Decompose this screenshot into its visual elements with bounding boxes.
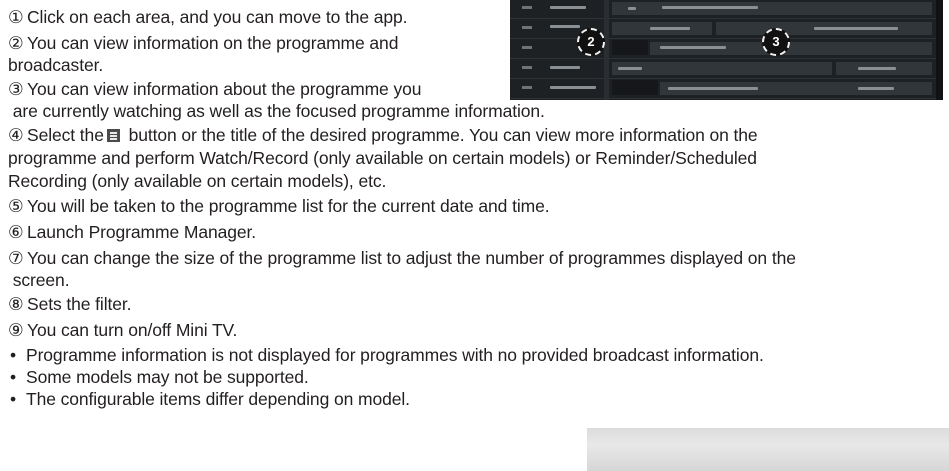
item-6: ⑥ Launch Programme Manager. — [8, 222, 256, 243]
item-text: Launch Programme Manager. — [27, 222, 257, 242]
bullet: • — [10, 345, 17, 365]
item-2: ② You can view information on the program… — [8, 33, 398, 54]
note-3: • The configurable items differ depending… — [8, 389, 410, 410]
note-1: • Programme information is not displayed … — [8, 345, 764, 366]
item-7-cont: screen. — [8, 270, 70, 290]
note-2: • Some models may not be supported. — [8, 367, 309, 388]
note-text: Programme information is not displayed f… — [26, 345, 764, 365]
callout-3: 3 — [762, 28, 790, 56]
bullet: • — [10, 367, 17, 387]
callout-2: 2 — [577, 28, 605, 56]
item-text: You can view information about the progr… — [27, 79, 422, 99]
tv-guide-screenshot: 2 3 — [510, 0, 943, 100]
item-text: You will be taken to the programme list … — [27, 196, 550, 216]
item-number: ⑨ — [8, 320, 24, 340]
item-text: You can view information on the programm… — [27, 33, 399, 53]
item-8: ⑧ Sets the filter. — [8, 294, 132, 315]
item-4-cont-2: Recording (only available on certain mod… — [8, 171, 387, 191]
item-3: ③ You can view information about the prog… — [8, 79, 421, 100]
item-4-cont-1: programme and perform Watch/Record (only… — [8, 148, 757, 168]
item-text-cont: button or the title of the desired progr… — [123, 125, 758, 145]
tv-photo — [587, 428, 949, 471]
item-number: ⑤ — [8, 196, 24, 216]
note-text: The configurable items differ depending … — [26, 389, 410, 409]
bullet: • — [10, 389, 17, 409]
item-2-cont: broadcaster. — [8, 55, 104, 75]
menu-icon — [106, 129, 120, 142]
item-number: ④ — [8, 125, 24, 145]
item-text: You can change the size of the programme… — [27, 248, 796, 268]
item-4: ④ Select the button or the title of the d… — [8, 125, 758, 146]
item-9: ⑨ You can turn on/off Mini TV. — [8, 320, 237, 341]
item-text: Sets the filter. — [27, 294, 132, 314]
item-number: ⑦ — [8, 248, 24, 268]
item-3-cont: are currently watching as well as the fo… — [8, 101, 545, 121]
note-text: Some models may not be supported. — [26, 367, 309, 387]
item-text: Select the — [27, 125, 104, 145]
item-number: ① — [8, 7, 24, 27]
item-number: ⑥ — [8, 222, 24, 242]
item-number: ⑧ — [8, 294, 24, 314]
item-text: You can turn on/off Mini TV. — [27, 320, 238, 340]
item-number: ② — [8, 33, 24, 53]
item-5: ⑤ You will be taken to the programme list… — [8, 196, 550, 217]
item-text: Click on each area, and you can move to … — [27, 7, 408, 27]
item-7: ⑦ You can change the size of the programm… — [8, 248, 796, 269]
item-number: ③ — [8, 79, 24, 99]
item-1: ① Click on each area, and you can move to… — [8, 7, 408, 28]
